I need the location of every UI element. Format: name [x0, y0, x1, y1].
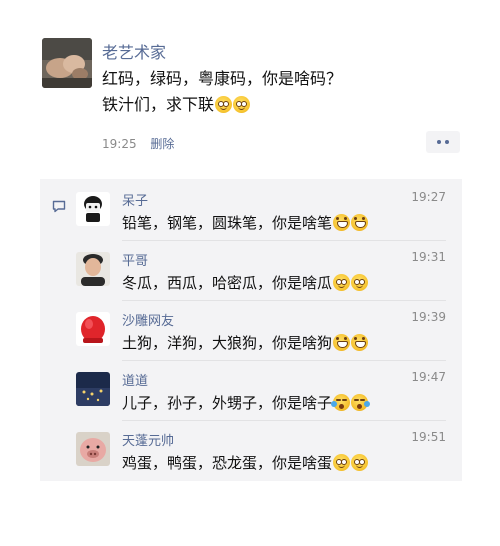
laughing-tears-emoji-icon [331, 394, 351, 411]
post-time: 19:25 [102, 137, 137, 151]
smile-emoji-icon [333, 454, 351, 471]
post-content: 红码，绿码，粤康码，你是啥码？ 铁汁们，求下联 [102, 66, 472, 118]
comment-text: 儿子，孙子，外甥子，你是啥子 [122, 394, 333, 412]
post-line-2-text: 铁汁们，求下联 [102, 95, 215, 114]
comment-time: 19:39 [411, 310, 446, 324]
comment-text-row: 鸡蛋，鸭蛋，恐龙蛋，你是啥蛋 [122, 452, 369, 473]
grin-emoji-icon [351, 334, 369, 351]
commenter-name[interactable]: 平哥 [122, 250, 148, 269]
smile-emoji-icon [233, 96, 251, 113]
comment-text: 铅笔，钢笔，圆珠笔，你是啥笔 [122, 214, 333, 232]
commenter-avatar[interactable] [76, 312, 110, 346]
commenter-name[interactable]: 沙雕网友 [122, 310, 174, 329]
delete-link[interactable]: 删除 [150, 137, 174, 151]
comment-item: 平哥 19:31 冬瓜，西瓜，哈密瓜，你是啥瓜 [76, 250, 446, 298]
comment-item: 天蓬元帅 19:51 鸡蛋，鸭蛋，恐龙蛋，你是啥蛋 [76, 430, 446, 478]
comment-text: 冬瓜，西瓜，哈密瓜，你是啥瓜 [122, 274, 333, 292]
laughing-tears-emoji-icon [351, 394, 371, 411]
commenter-avatar[interactable] [76, 252, 110, 286]
smile-emoji-icon [351, 454, 369, 471]
commenter-avatar[interactable] [76, 192, 110, 226]
grin-emoji-icon [333, 214, 351, 231]
smile-emoji-icon [215, 96, 233, 113]
comment-time: 19:31 [411, 250, 446, 264]
comment-text-row: 铅笔，钢笔，圆珠笔，你是啥笔 [122, 212, 369, 233]
comment-divider [122, 420, 446, 421]
comment-item: 道道 19:47 儿子，孙子，外甥子，你是啥子 [76, 370, 446, 418]
comment-time: 19:51 [411, 430, 446, 444]
comment-divider [122, 240, 446, 241]
post-line-1: 红码，绿码，粤康码，你是啥码？ [102, 69, 343, 88]
comment-text-row: 冬瓜，西瓜，哈密瓜，你是啥瓜 [122, 272, 369, 293]
grin-emoji-icon [333, 334, 351, 351]
comment-item: 呆子 19:27 铅笔，钢笔，圆珠笔，你是啥笔 [76, 190, 446, 238]
comment-text-row: 土狗，洋狗，大狼狗，你是啥狗 [122, 332, 369, 353]
thinking-emoji-icon [351, 274, 369, 291]
comment-divider [122, 360, 446, 361]
comment-text-row: 儿子，孙子，外甥子，你是啥子 [122, 392, 371, 413]
commenter-avatar[interactable] [76, 372, 110, 406]
comment-bubble-icon [52, 200, 66, 213]
thinking-emoji-icon [333, 274, 351, 291]
comment-item: 沙雕网友 19:39 土狗，洋狗，大狼狗，你是啥狗 [76, 310, 446, 358]
post-meta: 19:25 删除 [102, 135, 174, 152]
grin-emoji-icon [351, 214, 369, 231]
commenter-avatar[interactable] [76, 432, 110, 466]
post-author-name[interactable]: 老艺术家 [102, 39, 166, 63]
comment-divider [122, 300, 446, 301]
comment-time: 19:47 [411, 370, 446, 384]
commenter-name[interactable]: 道道 [122, 370, 148, 389]
commenter-name[interactable]: 天蓬元帅 [122, 430, 174, 449]
more-dots-icon[interactable] [426, 131, 460, 153]
comment-time: 19:27 [411, 190, 446, 204]
commenter-name[interactable]: 呆子 [122, 190, 148, 209]
author-avatar[interactable] [42, 38, 92, 88]
comment-text: 土狗，洋狗，大狼狗，你是啥狗 [122, 334, 333, 352]
comment-text: 鸡蛋，鸭蛋，恐龙蛋，你是啥蛋 [122, 454, 333, 472]
post-line-2: 铁汁们，求下联 [102, 92, 472, 118]
